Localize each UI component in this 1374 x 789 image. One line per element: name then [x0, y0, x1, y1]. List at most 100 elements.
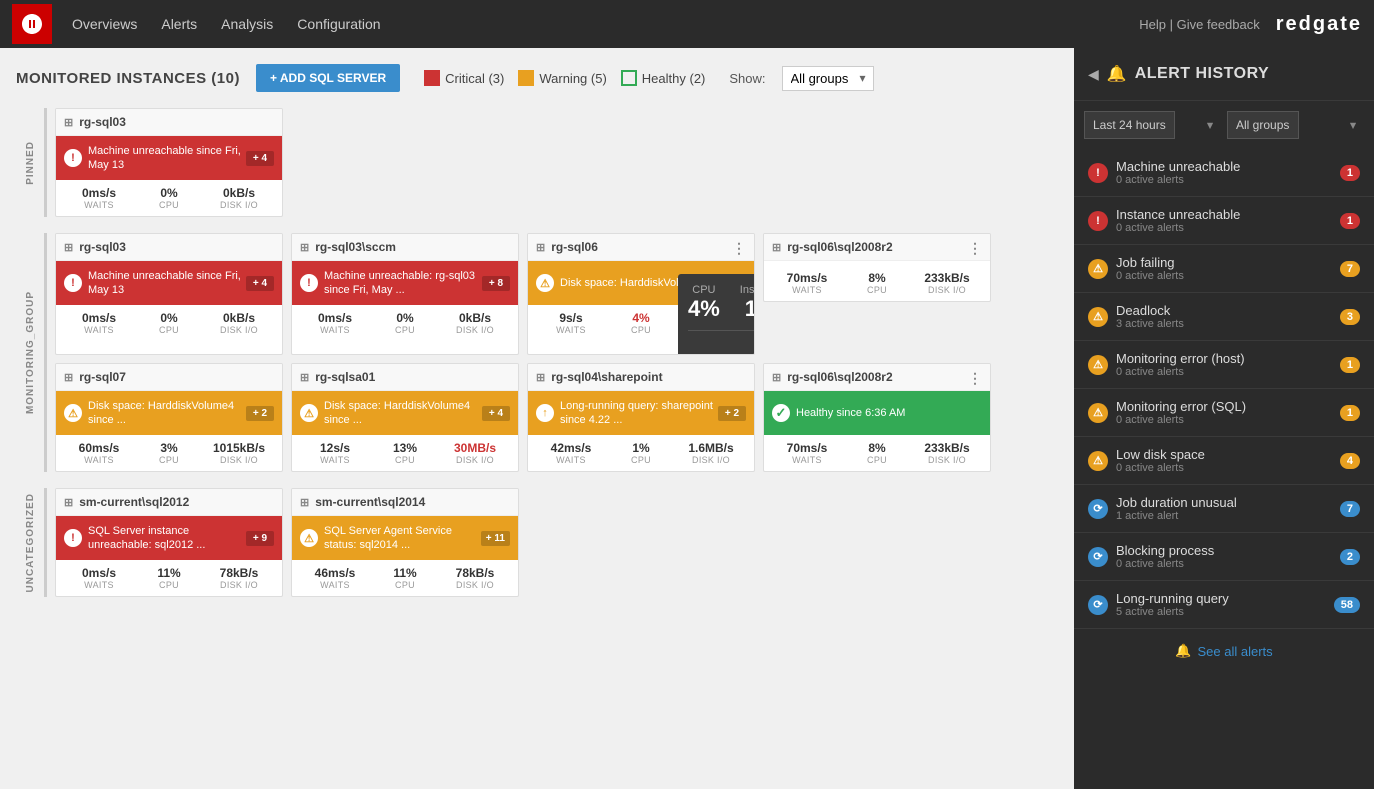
metric-label: CPU: [370, 325, 440, 335]
alert-item-blocking-process[interactable]: ⟳ Blocking process 0 active alerts 2: [1074, 533, 1374, 581]
card-header: ⊞ rg-sql06\sql2008r2 ⋮: [764, 364, 990, 391]
alert-item-title: Job duration unusual: [1116, 495, 1332, 510]
dots-menu[interactable]: ⋮: [732, 240, 746, 257]
uncategorized-instances-grid: ⊞ sm-current\sql2012 ! SQL Server instan…: [55, 488, 1058, 597]
alert-item-subtitle: 0 active alerts: [1116, 558, 1332, 570]
dots-menu-icon[interactable]: ⋮: [968, 370, 982, 387]
instance-card[interactable]: ⊞ rg-sql03 ! Machine unreachable since F…: [55, 233, 283, 355]
alert-badge: 1: [1340, 357, 1360, 373]
alert-count: + 8: [482, 276, 510, 291]
alert-badge: 58: [1334, 597, 1360, 613]
healthy-filter-box: [621, 70, 637, 86]
metric-value: 0ms/s: [64, 566, 134, 580]
tooltip-instance-label: Instance: [740, 284, 755, 296]
instance-name: rg-sql03\sccm: [315, 240, 396, 254]
metric-cpu: 11% CPU: [134, 566, 204, 590]
metric-disk: 30MB/s DISK I/O: [440, 441, 510, 465]
metric-label: CPU: [134, 200, 204, 210]
alert-item-content: Job failing 0 active alerts: [1116, 255, 1332, 282]
server-icon: ⊞: [772, 371, 781, 384]
metric-disk: 0kB/s DISK I/O: [440, 311, 510, 335]
alert-item-job-failing[interactable]: ⚠ Job failing 0 active alerts 7: [1074, 245, 1374, 293]
tooltip-instance: Instance 1%: [740, 284, 755, 322]
nav-configuration[interactable]: Configuration: [297, 16, 380, 32]
alert-item-monitoring-error-host[interactable]: ⚠ Monitoring error (host) 0 active alert…: [1074, 341, 1374, 389]
alert-count: + 2: [718, 406, 746, 421]
metric-value: 1.6MB/s: [676, 441, 746, 455]
alert-item-instance-unreachable[interactable]: ! Instance unreachable 0 active alerts 1: [1074, 197, 1374, 245]
metric-label: WAITS: [536, 455, 606, 465]
instance-card-rg-sql06[interactable]: ⊞ rg-sql06 ⋮ ⚠ Disk space: HarddiskVolum…: [527, 233, 755, 355]
instance-name: rg-sql07: [79, 370, 126, 384]
alert-item-monitoring-error-sql[interactable]: ⚠ Monitoring error (SQL) 0 active alerts…: [1074, 389, 1374, 437]
alert-text: SQL Server instance unreachable: sql2012…: [88, 524, 246, 553]
alert-badge: 1: [1340, 405, 1360, 421]
alert-item-deadlock[interactable]: ⚠ Deadlock 3 active alerts 3: [1074, 293, 1374, 341]
server-icon: ⊞: [64, 116, 73, 129]
instance-card[interactable]: ⊞ rg-sql06\sql2008r2 ⋮ 70ms/s WAITS 8% C…: [763, 233, 991, 302]
server-icon: ⊞: [64, 371, 73, 384]
sidebar-filters: Last 24 hours Last 7 days Last 30 days ▾…: [1074, 101, 1374, 149]
metric-label: WAITS: [772, 285, 842, 295]
see-all-alerts-button[interactable]: 🔔 See all alerts: [1074, 629, 1374, 673]
instance-card[interactable]: ⊞ sm-current\sql2012 ! SQL Server instan…: [55, 488, 283, 597]
alert-icon: ⚠: [300, 529, 318, 547]
critical-filter[interactable]: Critical (3): [424, 70, 504, 86]
metric-cpu: 13% CPU: [370, 441, 440, 465]
metric-cpu: 11% CPU: [370, 566, 440, 590]
metric-value: 1015kB/s: [204, 441, 274, 455]
metric-label: CPU: [134, 580, 204, 590]
alert-item-machine-unreachable[interactable]: ! Machine unreachable 0 active alerts 1: [1074, 149, 1374, 197]
metric-disk: 78kB/s DISK I/O: [204, 566, 274, 590]
metric-cpu: 4% CPU: [606, 311, 676, 348]
critical-alert-icon: !: [1088, 211, 1108, 231]
metrics-row: 0ms/s WAITS 0% CPU 0kB/s DISK I/O: [56, 180, 282, 216]
alert-banner: ! Machine unreachable: rg-sql03 since Fr…: [292, 261, 518, 305]
alert-banner: ✓ Healthy since 6:36 AM: [764, 391, 990, 435]
group-select-wrapper: All groups: [782, 66, 874, 91]
cpu-chart: [688, 330, 755, 355]
metrics-row: 12s/s WAITS 13% CPU 30MB/s DISK I/O: [292, 435, 518, 471]
healthy-filter[interactable]: Healthy (2): [621, 70, 706, 86]
uncategorized-group: UNCATEGORIZED ⊞ sm-current\sql2012 ! SQL…: [16, 488, 1058, 597]
instance-name: rg-sql04\sharepoint: [551, 370, 662, 384]
dots-menu[interactable]: ⋮: [968, 240, 982, 257]
nav-alerts[interactable]: Alerts: [161, 16, 197, 32]
card-header: ⊞ rg-sqlsa01: [292, 364, 518, 391]
alert-item-long-running-query[interactable]: ⟳ Long-running query 5 active alerts 58: [1074, 581, 1374, 629]
instance-card[interactable]: ⊞ rg-sql07 ⚠ Disk space: HarddiskVolume4…: [55, 363, 283, 472]
metric-disk: 0kB/s DISK I/O: [204, 186, 274, 210]
pinned-label-col: PINNED: [16, 108, 44, 217]
time-filter-select[interactable]: Last 24 hours Last 7 days Last 30 days: [1084, 111, 1175, 139]
group-select[interactable]: All groups: [782, 66, 874, 91]
instance-card[interactable]: ⊞ sm-current\sql2014 ⚠ SQL Server Agent …: [291, 488, 519, 597]
alert-item-content: Instance unreachable 0 active alerts: [1116, 207, 1332, 234]
group-filter-select[interactable]: All groups: [1227, 111, 1299, 139]
critical-filter-label: Critical (3): [445, 71, 504, 86]
metric-value: 12s/s: [300, 441, 370, 455]
alert-count: + 11: [481, 531, 510, 546]
alert-text: Machine unreachable: rg-sql03 since Fri,…: [324, 269, 482, 298]
help-link[interactable]: Help | Give feedback: [1139, 17, 1259, 32]
nav-overviews[interactable]: Overviews: [72, 16, 137, 32]
instance-card[interactable]: ⊞ rg-sql06\sql2008r2 ⋮ ✓ Healthy since 6…: [763, 363, 991, 472]
instance-card[interactable]: ⊞ rg-sql03\sccm ! Machine unreachable: r…: [291, 233, 519, 355]
alert-item-title: Monitoring error (SQL): [1116, 399, 1332, 414]
metric-label: DISK I/O: [912, 285, 982, 295]
metric-label: WAITS: [536, 325, 606, 335]
instance-card[interactable]: ⊞ rg-sqlsa01 ⚠ Disk space: HarddiskVolum…: [291, 363, 519, 472]
alert-item-job-duration[interactable]: ⟳ Job duration unusual 1 active alert 7: [1074, 485, 1374, 533]
alert-item-low-disk-space[interactable]: ⚠ Low disk space 0 active alerts 4: [1074, 437, 1374, 485]
instance-card[interactable]: ⊞ rg-sql03 ! Machine unreachable since F…: [55, 108, 283, 217]
warning-filter[interactable]: Warning (5): [518, 70, 606, 86]
sidebar-collapse-button[interactable]: ◀: [1088, 66, 1099, 83]
monitoring-group: MONITORING_GROUP ⊞ rg-sql03 ! Machine un…: [16, 233, 1058, 472]
metric-label: WAITS: [64, 325, 134, 335]
alert-text: Machine unreachable since Fri, May 13: [88, 144, 246, 173]
add-server-button[interactable]: + ADD SQL SERVER: [256, 64, 400, 92]
instance-card[interactable]: ⊞ rg-sql04\sharepoint ↑ Long-running que…: [527, 363, 755, 472]
tooltip-cpu-label: CPU: [688, 284, 720, 296]
nav-analysis[interactable]: Analysis: [221, 16, 273, 32]
alert-item-title: Long-running query: [1116, 591, 1326, 606]
metric-disk: 78kB/s DISK I/O: [440, 566, 510, 590]
